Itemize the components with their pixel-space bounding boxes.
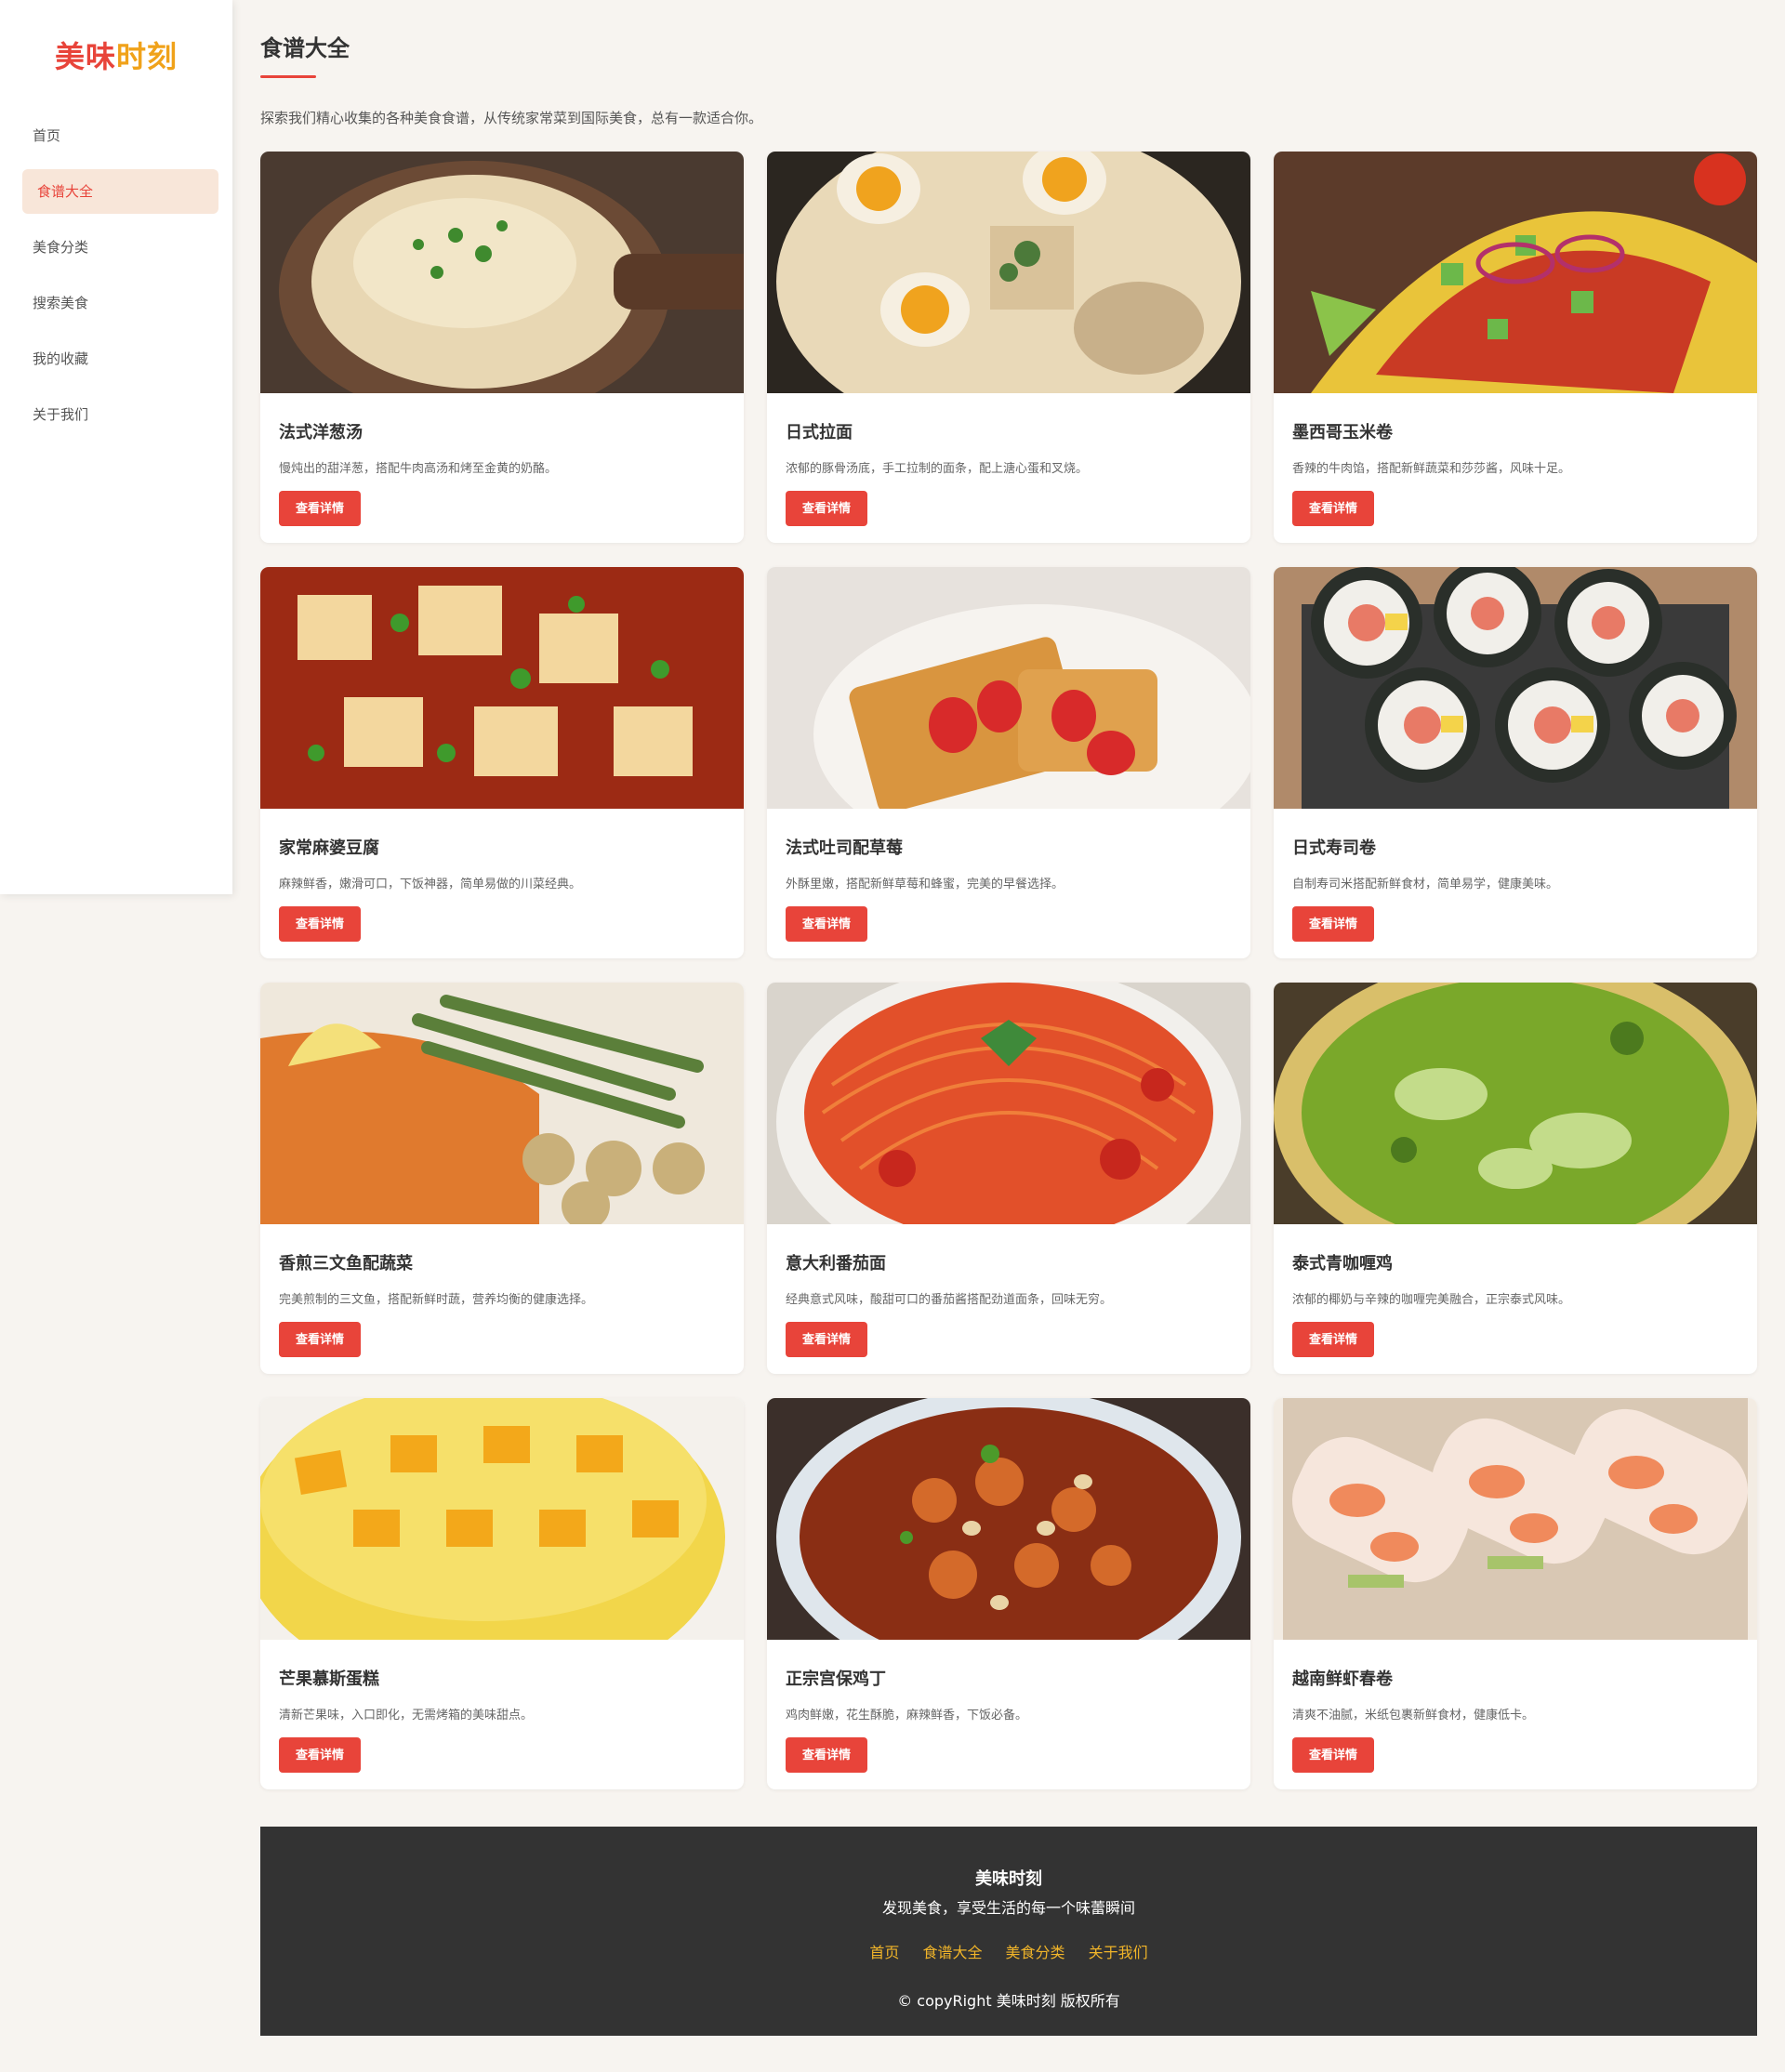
- recipe-card-body: 法式洋葱汤慢炖出的甜洋葱，搭配牛肉高汤和烤至金黄的奶酪。查看详情: [260, 393, 744, 526]
- recipe-card-body: 越南鲜虾春卷清爽不油腻，米纸包裹新鲜食材，健康低卡。查看详情: [1274, 1640, 1757, 1773]
- view-details-button[interactable]: 查看详情: [279, 1737, 361, 1773]
- page-title: 食谱大全: [260, 35, 350, 61]
- footer-link-categories[interactable]: 美食分类: [1006, 1944, 1065, 1961]
- recipe-description: 浓郁的豚骨汤底，手工拉制的面条，配上溏心蛋和叉烧。: [786, 462, 1089, 476]
- recipe-image[interactable]: [260, 1398, 744, 1640]
- recipe-card[interactable]: 墨西哥玉米卷香辣的牛肉馅，搭配新鲜蔬菜和莎莎酱，风味十足。查看详情: [1274, 152, 1757, 543]
- recipe-title[interactable]: 法式洋葱汤: [279, 419, 725, 443]
- recipe-title[interactable]: 芒果慕斯蛋糕: [279, 1666, 725, 1690]
- nav-item-categories[interactable]: 美食分类: [22, 225, 218, 270]
- recipe-card-body: 芒果慕斯蛋糕清新芒果味，入口即化，无需烤箱的美味甜点。查看详情: [260, 1640, 744, 1773]
- view-details-button[interactable]: 查看详情: [1292, 1322, 1374, 1357]
- recipe-card[interactable]: 泰式青咖喱鸡浓郁的椰奶与辛辣的咖喱完美融合，正宗泰式风味。查看详情: [1274, 983, 1757, 1374]
- recipe-card-body: 正宗宫保鸡丁鸡肉鲜嫩，花生酥脆，麻辣鲜香，下饭必备。查看详情: [767, 1640, 1250, 1773]
- view-details-button[interactable]: 查看详情: [279, 906, 361, 942]
- nav-item-about[interactable]: 关于我们: [22, 392, 218, 437]
- page-intro: 探索我们精心收集的各种美食食谱，从传统家常菜到国际美食，总有一款适合你。: [260, 110, 763, 126]
- footer-link-home[interactable]: 首页: [869, 1944, 899, 1961]
- recipe-grid: 法式洋葱汤 慢炖出的甜洋葱，搭配牛肉高汤和烤至金黄的奶酪。 查看详情 日式拉面 浓郁的豚…: [260, 152, 1757, 1789]
- recipe-description: 经典意式风味，酸甜可口的番茄酱搭配劲道面条，回味无穷。: [786, 1293, 1113, 1307]
- view-details-button[interactable]: 查看详情: [786, 906, 867, 942]
- recipe-card-body: 泰式青咖喱鸡浓郁的椰奶与辛辣的咖喱完美融合，正宗泰式风味。查看详情: [1274, 1224, 1757, 1357]
- view-details-button[interactable]: 查看详情: [1292, 906, 1374, 942]
- recipe-description: 清爽不油腻，米纸包裹新鲜食材，健康低卡。: [1292, 1709, 1535, 1722]
- recipe-image[interactable]: [1274, 983, 1757, 1224]
- recipe-description: 鸡肉鲜嫩，花生酥脆，麻辣鲜香，下饭必备。: [786, 1709, 1028, 1722]
- recipe-description: 清新芒果味，入口即化，无需烤箱的美味甜点。: [279, 1709, 534, 1722]
- sidebar-nav: 首页 食谱大全 美食分类 搜索美食 我的收藏 关于我们: [0, 113, 232, 437]
- recipe-title[interactable]: 法式吐司配草莓: [786, 835, 1232, 859]
- main-content: 食谱大全 探索我们精心收集的各种美食食谱，从传统家常菜到国际美食，总有一款适合你…: [260, 0, 1757, 2036]
- recipe-card-body: 意大利番茄面经典意式风味，酸甜可口的番茄酱搭配劲道面条，回味无穷。查看详情: [767, 1224, 1250, 1357]
- recipe-image[interactable]: [1274, 152, 1757, 393]
- footer-copyright: © copyRight 美味时刻 版权所有: [897, 1992, 1120, 2010]
- recipe-image[interactable]: [767, 152, 1250, 393]
- recipe-card-body: 法式吐司配草莓外酥里嫩，搭配新鲜草莓和蜂蜜，完美的早餐选择。查看详情: [767, 809, 1250, 942]
- recipe-title[interactable]: 泰式青咖喱鸡: [1292, 1250, 1739, 1274]
- recipe-card[interactable]: 日式拉面浓郁的豚骨汤底，手工拉制的面条，配上溏心蛋和叉烧。查看详情: [767, 152, 1250, 543]
- view-details-button[interactable]: 查看详情: [1292, 1737, 1374, 1773]
- recipe-title[interactable]: 日式寿司卷: [1292, 835, 1739, 859]
- recipe-card[interactable]: 正宗宫保鸡丁鸡肉鲜嫩，花生酥脆，麻辣鲜香，下饭必备。查看详情: [767, 1398, 1250, 1789]
- recipe-title[interactable]: 意大利番茄面: [786, 1250, 1232, 1274]
- recipe-image[interactable]: [260, 567, 744, 809]
- recipe-title[interactable]: 家常麻婆豆腐: [279, 835, 725, 859]
- site-footer: 美味时刻 发现美食，享受生活的每一个味蕾瞬间 首页 食谱大全 美食分类 关于我们…: [260, 1827, 1757, 2036]
- recipe-title[interactable]: 香煎三文鱼配蔬菜: [279, 1250, 725, 1274]
- recipe-card[interactable]: 越南鲜虾春卷清爽不油腻，米纸包裹新鲜食材，健康低卡。查看详情: [1274, 1398, 1757, 1789]
- logo-part-2: 时刻: [116, 39, 178, 74]
- site-logo[interactable]: 美味时刻: [0, 0, 232, 76]
- view-details-button[interactable]: 查看详情: [786, 1737, 867, 1773]
- recipe-card-body: 香煎三文鱼配蔬菜完美煎制的三文鱼，搭配新鲜时蔬，营养均衡的健康选择。查看详情: [260, 1224, 744, 1357]
- recipe-description: 外酥里嫩，搭配新鲜草莓和蜂蜜，完美的早餐选择。: [786, 878, 1064, 891]
- recipe-card[interactable]: 香煎三文鱼配蔬菜完美煎制的三文鱼，搭配新鲜时蔬，营养均衡的健康选择。查看详情: [260, 983, 744, 1374]
- recipe-card[interactable]: 法式洋葱汤慢炖出的甜洋葱，搭配牛肉高汤和烤至金黄的奶酪。查看详情: [260, 152, 744, 543]
- recipe-description: 香辣的牛肉馅，搭配新鲜蔬菜和莎莎酱，风味十足。: [1292, 462, 1571, 476]
- recipe-card[interactable]: 家常麻婆豆腐麻辣鲜香，嫩滑可口，下饭神器，简单易做的川菜经典。查看详情: [260, 567, 744, 958]
- footer-links: 首页 食谱大全 美食分类 关于我们: [260, 1940, 1757, 1962]
- logo-part-1: 美味: [54, 39, 116, 74]
- nav-item-search[interactable]: 搜索美食: [22, 281, 218, 325]
- recipe-image[interactable]: [1274, 567, 1757, 809]
- recipe-card[interactable]: 法式吐司配草莓外酥里嫩，搭配新鲜草莓和蜂蜜，完美的早餐选择。查看详情: [767, 567, 1250, 958]
- nav-item-favorites[interactable]: 我的收藏: [22, 337, 218, 381]
- view-details-button[interactable]: 查看详情: [786, 491, 867, 526]
- view-details-button[interactable]: 查看详情: [786, 1322, 867, 1357]
- recipe-title[interactable]: 越南鲜虾春卷: [1292, 1666, 1739, 1690]
- recipe-image[interactable]: [260, 152, 744, 393]
- recipe-title[interactable]: 日式拉面: [786, 419, 1232, 443]
- recipe-title[interactable]: 正宗宫保鸡丁: [786, 1666, 1232, 1690]
- footer-title: 美味时刻: [975, 1869, 1042, 1889]
- view-details-button[interactable]: 查看详情: [1292, 491, 1374, 526]
- view-details-button[interactable]: 查看详情: [279, 1322, 361, 1357]
- recipe-card[interactable]: 意大利番茄面经典意式风味，酸甜可口的番茄酱搭配劲道面条，回味无穷。查看详情: [767, 983, 1250, 1374]
- sidebar: 美味时刻 首页 食谱大全 美食分类 搜索美食 我的收藏 关于我们: [0, 0, 232, 894]
- recipe-image[interactable]: [1274, 1398, 1757, 1640]
- recipe-image[interactable]: [767, 1398, 1250, 1640]
- nav-item-home[interactable]: 首页: [22, 113, 218, 158]
- recipe-description: 浓郁的椰奶与辛辣的咖喱完美融合，正宗泰式风味。: [1292, 1293, 1571, 1307]
- recipe-image[interactable]: [767, 567, 1250, 809]
- recipe-card-body: 墨西哥玉米卷香辣的牛肉馅，搭配新鲜蔬菜和莎莎酱，风味十足。查看详情: [1274, 393, 1757, 526]
- recipe-description: 完美煎制的三文鱼，搭配新鲜时蔬，营养均衡的健康选择。: [279, 1293, 594, 1307]
- recipe-title[interactable]: 墨西哥玉米卷: [1292, 419, 1739, 443]
- recipe-card-body: 日式拉面浓郁的豚骨汤底，手工拉制的面条，配上溏心蛋和叉烧。查看详情: [767, 393, 1250, 526]
- nav-item-recipes[interactable]: 食谱大全: [22, 169, 218, 214]
- footer-subtitle: 发现美食，享受生活的每一个味蕾瞬间: [881, 1899, 1135, 1917]
- recipe-card-body: 家常麻婆豆腐麻辣鲜香，嫩滑可口，下饭神器，简单易做的川菜经典。查看详情: [260, 809, 744, 942]
- recipe-description: 慢炖出的甜洋葱，搭配牛肉高汤和烤至金黄的奶酪。: [279, 462, 558, 476]
- footer-link-about[interactable]: 关于我们: [1089, 1944, 1148, 1961]
- recipe-description: 自制寿司米搭配新鲜食材，简单易学，健康美味。: [1292, 878, 1559, 891]
- view-details-button[interactable]: 查看详情: [279, 491, 361, 526]
- recipe-card-body: 日式寿司卷自制寿司米搭配新鲜食材，简单易学，健康美味。查看详情: [1274, 809, 1757, 942]
- recipe-card[interactable]: 芒果慕斯蛋糕清新芒果味，入口即化，无需烤箱的美味甜点。查看详情: [260, 1398, 744, 1789]
- recipe-description: 麻辣鲜香，嫩滑可口，下饭神器，简单易做的川菜经典。: [279, 878, 582, 891]
- footer-link-recipes[interactable]: 食谱大全: [922, 1944, 982, 1961]
- recipe-image[interactable]: [260, 983, 744, 1224]
- recipe-image[interactable]: [767, 983, 1250, 1224]
- title-underline: [260, 75, 316, 78]
- recipe-card[interactable]: 日式寿司卷自制寿司米搭配新鲜食材，简单易学，健康美味。查看详情: [1274, 567, 1757, 958]
